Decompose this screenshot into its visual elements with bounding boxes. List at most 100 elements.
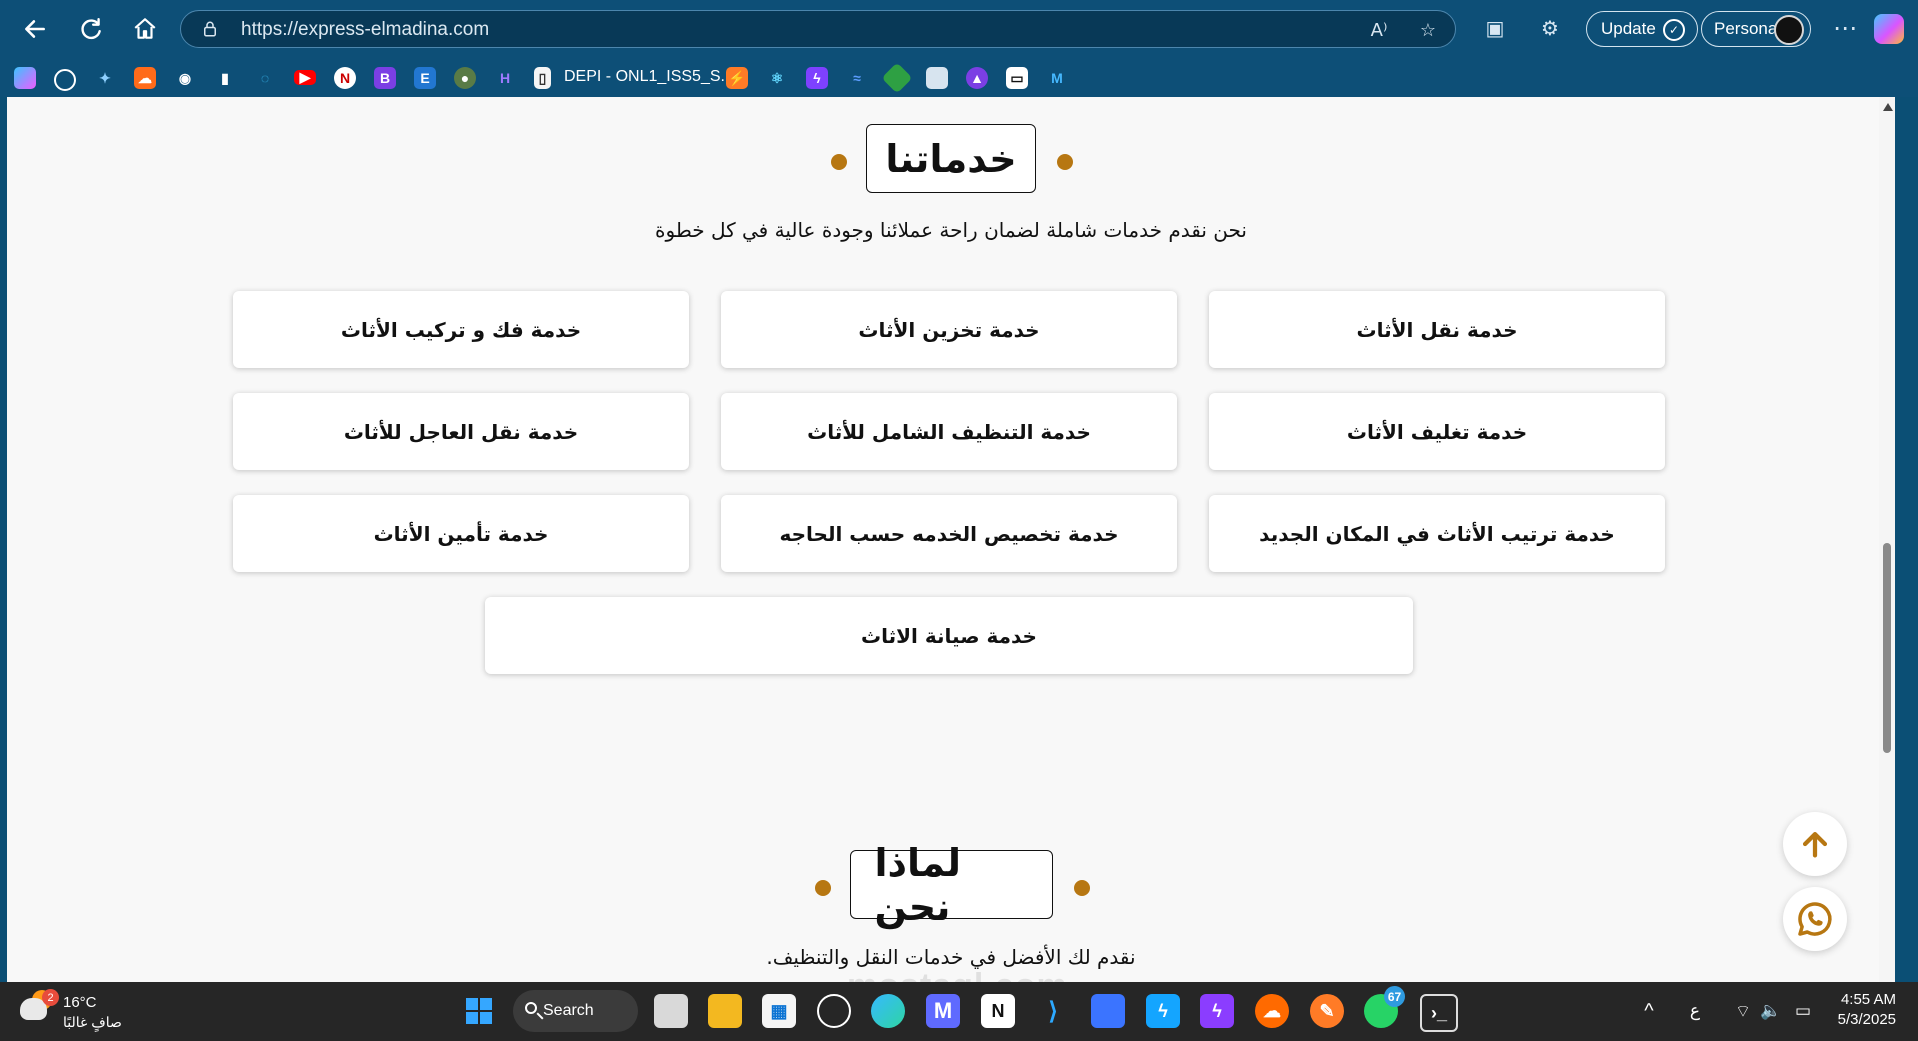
services-title: خدماتنا xyxy=(885,136,1017,181)
taskbar-search[interactable]: Search xyxy=(513,990,638,1032)
read-aloud-icon[interactable]: A⁾ xyxy=(1368,19,1390,41)
scroll-to-top-button[interactable] xyxy=(1783,812,1847,876)
chatgpt-icon[interactable] xyxy=(817,994,851,1028)
why-us-right-dot xyxy=(1073,880,1090,896)
bookmark-copilot-icon[interactable] xyxy=(14,67,36,89)
bookmark-m-icon[interactable]: M xyxy=(1046,67,1068,89)
bolt-app-icon[interactable]: ϟ xyxy=(1200,994,1234,1028)
back-arrow-icon xyxy=(25,20,45,38)
service-card[interactable]: خدمة تأمين الأثاث xyxy=(233,495,689,572)
update-button[interactable]: Update ✓ xyxy=(1586,11,1698,47)
bookmark-lightning-icon[interactable]: ⚡ xyxy=(726,67,748,89)
task-view-icon[interactable] xyxy=(654,994,688,1028)
weather-notification-badge: 2 xyxy=(42,989,59,1006)
whatsapp-icon xyxy=(1798,902,1832,936)
why-us-title-wrapper: لماذا نحن xyxy=(7,841,1895,929)
m-app-icon[interactable]: M xyxy=(926,994,960,1028)
services-title-wrapper: خدماتنا xyxy=(7,124,1895,193)
windows-taskbar: 2 16°C صافٍ غالبًا Search ▦ M N ⟩ ϟ ϟ ☁ … xyxy=(0,982,1918,1041)
bookmark-wave-icon[interactable]: ≈ xyxy=(846,67,868,89)
refresh-button[interactable] xyxy=(74,12,108,46)
page-scrollbar[interactable] xyxy=(1879,97,1895,982)
language-indicator[interactable]: ع xyxy=(1682,998,1708,1024)
service-card[interactable]: خدمة التنظيف الشامل للأثاث xyxy=(721,393,1177,470)
bookmark-youtube-icon[interactable]: ▶ xyxy=(294,69,316,85)
soundcloud-icon[interactable]: ☁ xyxy=(1255,994,1289,1028)
bookmark-gemini-icon[interactable]: ✦ xyxy=(94,67,116,89)
service-card[interactable]: خدمة فك و تركيب الأثاث xyxy=(233,291,689,368)
bookmark-react-icon[interactable]: ⚛ xyxy=(766,67,788,89)
service-card[interactable]: خدمة نقل العاجل للأثاث xyxy=(233,393,689,470)
battery-icon[interactable]: ▭ xyxy=(1790,998,1816,1024)
bookmark-soundcloud-icon[interactable]: ☁ xyxy=(134,67,156,89)
service-card[interactable]: خدمة تغليف الأثاث xyxy=(1209,393,1665,470)
why-us-title-box: لماذا نحن xyxy=(814,841,1090,929)
bookmark-fiverr-icon[interactable]: ◌ xyxy=(254,67,276,89)
favorite-star-icon[interactable]: ☆ xyxy=(1417,19,1439,41)
update-label: Update xyxy=(1601,19,1656,38)
pen-app-icon[interactable]: ✎ xyxy=(1310,994,1344,1028)
home-icon xyxy=(134,18,156,39)
service-card[interactable]: خدمة صيانة الاثاث xyxy=(485,597,1413,674)
bookmark-openai-icon[interactable] xyxy=(54,69,76,91)
menu-dots-icon[interactable]: ⋯ xyxy=(1829,12,1861,44)
bookmark-n-icon[interactable]: N xyxy=(334,67,356,89)
bookmark-document-icon[interactable]: ▯ xyxy=(534,67,551,89)
bookmark-h-icon[interactable]: H xyxy=(494,67,516,89)
vscode-icon[interactable]: ⟩ xyxy=(1036,994,1070,1028)
services-subtitle: نحن نقدم خدمات شاملة لضمان راحة عملائنا … xyxy=(655,218,1247,242)
terminal-icon[interactable]: ›_ xyxy=(1420,994,1458,1032)
arrow-up-icon xyxy=(1802,831,1828,858)
notion-icon[interactable]: N xyxy=(981,994,1015,1028)
bookmark-github-icon[interactable]: ◉ xyxy=(174,67,196,89)
service-card[interactable]: خدمة ترتيب الأثاث في المكان الجديد xyxy=(1209,495,1665,572)
url-text[interactable]: https://express-elmadina.com xyxy=(241,19,489,41)
scrollbar-thumb[interactable] xyxy=(1883,543,1891,753)
whatsapp-taskbar-icon[interactable]: 67 xyxy=(1364,986,1405,1028)
copilot-icon[interactable] xyxy=(1874,14,1904,44)
wifi-icon[interactable]: ⌔ xyxy=(1730,998,1756,1024)
bookmark-e-icon[interactable]: E xyxy=(414,67,436,89)
bookmark-node-icon[interactable] xyxy=(881,62,913,94)
file-explorer-icon[interactable] xyxy=(708,994,742,1028)
bookmark-image-icon[interactable] xyxy=(926,67,948,89)
windows-start-icon[interactable] xyxy=(462,994,496,1028)
scroll-up-arrow-icon[interactable] xyxy=(1883,103,1893,111)
bookmark-seal-icon[interactable]: ● xyxy=(454,67,476,89)
search-icon xyxy=(525,1002,537,1014)
collections-icon[interactable]: ▣ xyxy=(1479,12,1511,44)
bookmark-chart-icon[interactable]: ▮ xyxy=(214,67,236,89)
why-us-left-dot xyxy=(814,880,831,896)
system-clock[interactable]: 4:55 AM 5/3/2025 xyxy=(1838,990,1896,1030)
bookmark-card-icon[interactable]: ▭ xyxy=(1006,67,1028,89)
profile-button[interactable]: Personal xyxy=(1701,11,1811,47)
navigation-row: https://express-elmadina.com A⁾ ☆ ▣ ⚙ Up… xyxy=(0,0,1918,58)
clock-date: 5/3/2025 xyxy=(1837,1011,1896,1028)
weather-status: صافٍ غالبًا xyxy=(63,1014,122,1030)
volume-icon[interactable]: 🔈 xyxy=(1758,998,1784,1024)
services-right-dot xyxy=(1057,154,1073,170)
weather-widget[interactable]: 2 16°C صافٍ غالبًا xyxy=(20,989,140,1034)
extensions-icon[interactable]: ⚙ xyxy=(1534,12,1566,44)
service-card[interactable]: خدمة نقل الأثاث xyxy=(1209,291,1665,368)
bookmark-b-icon[interactable]: B xyxy=(374,67,396,89)
show-hidden-icons-icon[interactable]: ^ xyxy=(1636,998,1662,1024)
bookmark-shield-icon[interactable]: ▲ xyxy=(966,67,988,89)
web-page-viewport: خدماتنا نحن نقدم خدمات شاملة لضمان راحة … xyxy=(7,97,1895,982)
whatsapp-button[interactable] xyxy=(1783,887,1847,951)
mostaql-watermark: mostaql.com xyxy=(847,967,1068,982)
vpn-icon[interactable] xyxy=(1091,994,1125,1028)
service-card[interactable]: خدمة تخزين الأثاث xyxy=(721,291,1177,368)
weather-temperature: 16°C xyxy=(63,994,97,1011)
service-card[interactable]: خدمة تخصيص الخدمه حسب الحاجه xyxy=(721,495,1177,572)
home-button[interactable] xyxy=(128,12,162,46)
bookmark-bolt-icon[interactable]: ϟ xyxy=(806,67,828,89)
taskbar-search-label: Search xyxy=(543,1002,594,1019)
lightning-app-icon[interactable]: ϟ xyxy=(1146,994,1180,1028)
address-bar[interactable]: https://express-elmadina.com A⁾ ☆ xyxy=(180,10,1456,48)
edge-icon[interactable] xyxy=(871,994,905,1028)
bookmark-depi-label[interactable]: DEPI - ONL1_ISS5_S... xyxy=(564,68,734,86)
microsoft-store-icon[interactable]: ▦ xyxy=(762,994,796,1028)
back-button[interactable] xyxy=(18,12,52,46)
why-us-subtitle: نقدم لك الأفضل في خدمات النقل والتنظيف. xyxy=(766,945,1136,969)
